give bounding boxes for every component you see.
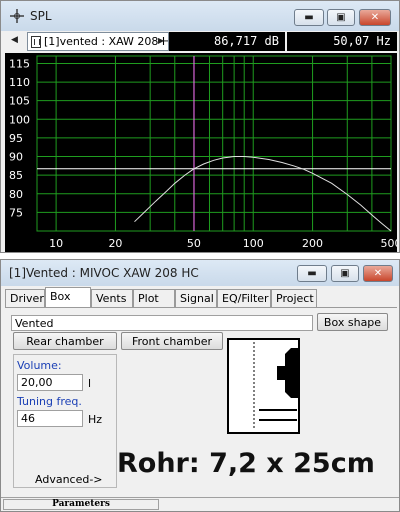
front-chamber-button[interactable]: Front chamber bbox=[121, 332, 223, 350]
y-tick-label: 85 bbox=[9, 169, 23, 182]
box-speaker-icon bbox=[253, 342, 298, 430]
maximize-icon: ▣ bbox=[336, 12, 346, 23]
x-tick-label: 20 bbox=[108, 237, 122, 250]
y-tick-label: 80 bbox=[9, 188, 23, 201]
rear-chamber-button[interactable]: Rear chamber bbox=[13, 332, 117, 350]
next-driver-arrow-icon[interactable]: ▶ bbox=[158, 36, 164, 45]
spl-toolbar: ◀ [1]vented : XAW 208 H ▶ 86,717 dB 50,0… bbox=[5, 31, 397, 52]
y-tick-label: 100 bbox=[9, 113, 30, 126]
crosshair-icon bbox=[10, 9, 24, 23]
tab-box[interactable]: Box bbox=[45, 287, 91, 308]
status-parameters: Parameters bbox=[3, 499, 159, 510]
spl-window-title: SPL bbox=[30, 9, 52, 23]
advanced-link[interactable]: Advanced-> bbox=[35, 473, 103, 486]
box-shape-button[interactable]: Box shape bbox=[317, 313, 388, 331]
port-size-annotation: Rohr: 7,2 x 25cm bbox=[117, 448, 375, 479]
document-icon bbox=[31, 36, 41, 48]
tab-signal[interactable]: Signal bbox=[175, 289, 217, 307]
box-parameters-group: Volume: 20,00 l Tuning freq. 46 Hz Advan… bbox=[13, 354, 117, 488]
maximize-button[interactable]: ▣ bbox=[327, 9, 355, 26]
close-icon: ✕ bbox=[370, 12, 380, 23]
y-tick-label: 110 bbox=[9, 76, 30, 89]
close-icon: ✕ bbox=[373, 268, 383, 279]
spl-window: SPL ▬ ▣ ✕ ◀ [1]vented : XAW 208 H ▶ 86,7… bbox=[0, 0, 400, 253]
y-tick-label: 95 bbox=[9, 132, 23, 145]
y-tick-label: 75 bbox=[9, 206, 23, 219]
x-tick-label: 100 bbox=[243, 237, 264, 250]
minimize-icon: ▬ bbox=[307, 268, 317, 279]
tab-project[interactable]: Project bbox=[271, 289, 317, 307]
close-button[interactable]: ✕ bbox=[363, 265, 393, 282]
spl-chart[interactable]: 115 110 105 100 95 90 85 80 75 10 20 50 100 200 500 bbox=[5, 53, 397, 252]
vented-titlebar[interactable]: [1]Vented : MIVOC XAW 208 HC ▬ ▣ ✕ bbox=[1, 260, 399, 286]
close-button[interactable]: ✕ bbox=[359, 9, 391, 26]
vented-window-title: [1]Vented : MIVOC XAW 208 HC bbox=[9, 266, 199, 280]
tab-driver[interactable]: Driver bbox=[5, 289, 45, 307]
tuning-frequency-label: Tuning freq. bbox=[17, 395, 82, 408]
driver-selector-label: [1]vented : XAW 208 H bbox=[44, 35, 169, 48]
tuning-frequency-input[interactable]: 46 bbox=[17, 410, 83, 427]
x-tick-label: 200 bbox=[302, 237, 323, 250]
x-tick-label: 10 bbox=[49, 237, 63, 250]
minimize-button[interactable]: ▬ bbox=[297, 265, 327, 282]
volume-label: Volume: bbox=[17, 359, 62, 372]
tuning-frequency-unit: Hz bbox=[88, 413, 103, 426]
vented-box-window: [1]Vented : MIVOC XAW 208 HC ▬ ▣ ✕ Drive… bbox=[0, 259, 400, 512]
tab-eq-filter[interactable]: EQ/Filter bbox=[217, 289, 271, 307]
volume-input[interactable]: 20,00 bbox=[17, 374, 83, 391]
spl-titlebar[interactable]: SPL ▬ ▣ ✕ bbox=[1, 1, 399, 31]
box-drawing bbox=[227, 338, 300, 434]
tab-divider bbox=[5, 307, 397, 308]
x-tick-label: 50 bbox=[187, 237, 201, 250]
box-type-field[interactable]: Vented bbox=[11, 315, 313, 331]
x-tick-label: 500 bbox=[381, 237, 398, 250]
y-tick-label: 105 bbox=[9, 95, 30, 108]
frequency-readout: 50,07 Hz bbox=[287, 32, 397, 51]
maximize-button[interactable]: ▣ bbox=[331, 265, 359, 282]
tab-vents[interactable]: Vents bbox=[91, 289, 133, 307]
tab-plot[interactable]: Plot bbox=[133, 289, 175, 307]
y-tick-label: 90 bbox=[9, 151, 23, 164]
spl-readout: 86,717 dB bbox=[169, 32, 285, 51]
minimize-button[interactable]: ▬ bbox=[294, 9, 324, 26]
spl-plot[interactable]: 115 110 105 100 95 90 85 80 75 10 20 50 100 200 500 bbox=[5, 53, 397, 252]
status-bar: Parameters bbox=[1, 497, 399, 511]
driver-selector[interactable]: [1]vented : XAW 208 H bbox=[27, 32, 169, 51]
minimize-icon: ▬ bbox=[304, 12, 314, 23]
prev-driver-arrow-icon[interactable]: ◀ bbox=[11, 35, 18, 45]
volume-unit: l bbox=[88, 377, 92, 390]
maximize-icon: ▣ bbox=[340, 268, 350, 279]
y-tick-label: 115 bbox=[9, 57, 30, 70]
